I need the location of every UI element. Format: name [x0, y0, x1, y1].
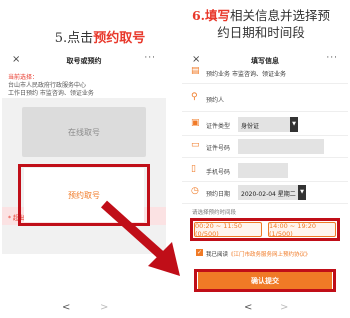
caption-step-6-highlight: 6.填写: [191, 8, 231, 23]
doc-type-label: 证件类型: [206, 123, 231, 130]
page-title: 取号或预约: [66, 57, 102, 65]
document-icon: ▤: [191, 66, 200, 76]
business-label: 预约业务: [206, 71, 231, 78]
date-row: ◷ 预约日期 2020-02-04 星期二 ▼: [182, 182, 348, 204]
phone-label: 手机号码: [206, 169, 231, 176]
back-chevron-icon[interactable]: <: [62, 302, 70, 313]
forward-chevron-icon[interactable]: >: [280, 302, 288, 313]
forward-chevron-icon[interactable]: >: [100, 302, 108, 313]
business-row: ▤ 预约业务 市监咨询、领证业务: [182, 62, 348, 84]
caption-step-5: 5.点击预约取号: [30, 27, 170, 46]
browser-nav-bar: < >: [2, 300, 166, 318]
caption-step-5-highlight: 预约取号: [93, 31, 146, 46]
agreement-link[interactable]: 《江门市政务服务网上预约协议》: [228, 252, 311, 258]
caption-step-6-text: 相关信息并选择预约日期和时间段: [217, 8, 331, 40]
browser-nav-bar: < >: [182, 300, 348, 318]
date-label: 预约日期: [206, 191, 231, 198]
business-value: 市监咨询、领证业务: [232, 71, 287, 78]
more-icon[interactable]: ···: [144, 53, 156, 63]
agreement-text: 我已阅读: [206, 252, 229, 258]
red-arrow: [100, 200, 180, 276]
doc-no-row: ▭ 证件号码: [182, 136, 348, 158]
selection-service: 工作日预约 市监咨询、领证业务: [8, 90, 94, 97]
select-arrow-icon[interactable]: ▼: [290, 117, 298, 132]
time-slot-label: 请选择预约时间段: [192, 210, 237, 216]
calendar-icon: ◷: [191, 186, 199, 196]
checkbox-checked-icon[interactable]: ✓: [196, 249, 203, 256]
select-arrow-icon[interactable]: ▼: [298, 185, 306, 200]
highlight-frame-submit: [194, 269, 336, 292]
person-row: ⚲ 预约人: [182, 84, 348, 112]
doc-type-select[interactable]: 身份证: [238, 117, 296, 132]
highlight-frame-time-slots: [190, 218, 340, 241]
doc-no-input[interactable]: [238, 139, 324, 154]
doc-type-row: ▣ 证件类型 身份证 ▼: [182, 114, 348, 136]
id-card-icon: ▭: [191, 140, 200, 150]
top-bar: × 取号或预约 ···: [2, 52, 166, 68]
id-card-icon: ▣: [191, 118, 200, 128]
doc-no-label: 证件号码: [206, 145, 231, 152]
phone-icon: ▯: [191, 164, 196, 174]
phone-row: ▯ 手机号码: [182, 160, 348, 182]
online-number-button[interactable]: 在线取号: [22, 107, 146, 157]
person-label: 预约人: [206, 97, 225, 104]
person-icon: ⚲: [191, 92, 198, 102]
back-chevron-icon[interactable]: <: [244, 302, 252, 313]
phone-screen-fill-info: × 填写信息 ··· ▤ 预约业务 市监咨询、领证业务 ⚲ 预约人 ▣ 证件类型…: [182, 52, 348, 318]
caption-step-5-text: 5.点击: [54, 31, 94, 46]
date-select[interactable]: 2020-02-04 星期二: [238, 185, 304, 200]
phone-input[interactable]: [238, 163, 288, 178]
caption-step-6: 6.填写相关信息并选择预约日期和时间段: [186, 7, 336, 41]
agreement-row: ✓ 我已阅读《江门市政务服务网上预约协议》: [196, 249, 311, 258]
